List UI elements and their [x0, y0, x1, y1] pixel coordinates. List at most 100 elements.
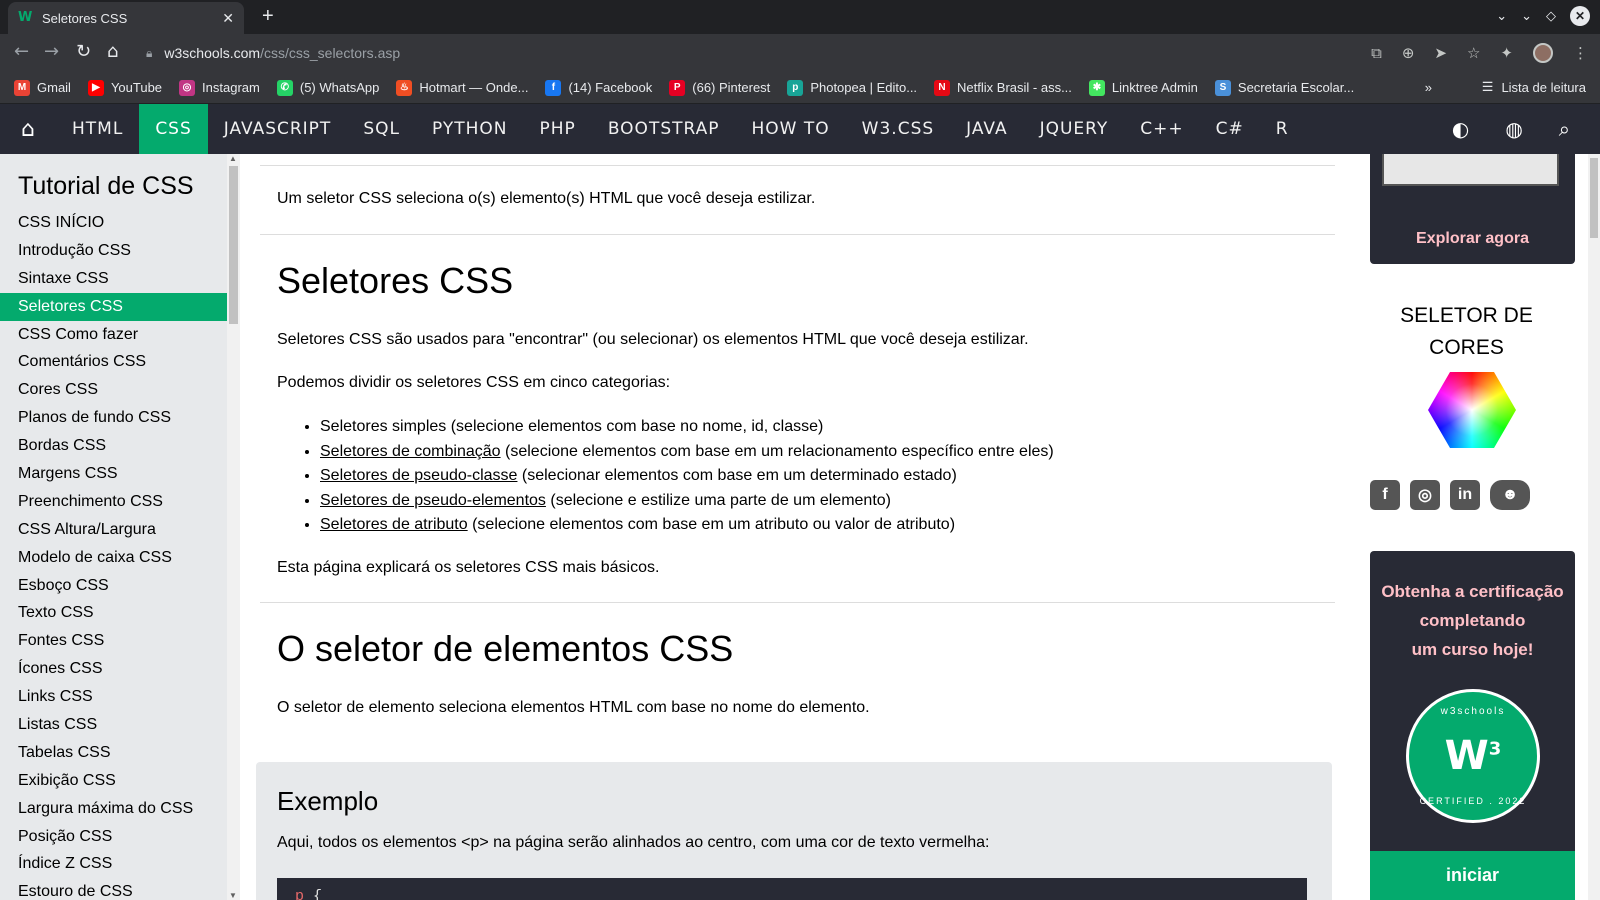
scroll-down-icon[interactable]: ▼: [229, 891, 237, 900]
color-wheel-icon[interactable]: [1428, 372, 1516, 448]
sidebar-link[interactable]: Preenchimento CSS: [0, 488, 227, 516]
sidebar-link[interactable]: Modelo de caixa CSS: [0, 544, 227, 572]
sidebar-scrollbar[interactable]: ▲ ▼: [227, 154, 240, 900]
topnav-item[interactable]: PYTHON: [416, 104, 524, 154]
discord-icon[interactable]: ☻: [1490, 480, 1530, 510]
bookmarks-more-icon[interactable]: »: [1425, 80, 1432, 95]
sidebar-link[interactable]: Exibição CSS: [0, 767, 227, 795]
sidebar-link[interactable]: Margens CSS: [0, 460, 227, 488]
topnav-item[interactable]: C#: [1200, 104, 1260, 154]
sidebar-link[interactable]: Listas CSS: [0, 711, 227, 739]
sidebar-link[interactable]: Estouro de CSS: [0, 878, 227, 900]
sidebar-link[interactable]: Ícones CSS: [0, 655, 227, 683]
zoom-icon[interactable]: ⊕: [1402, 44, 1415, 62]
category-link[interactable]: Seletores de combinação: [320, 443, 501, 460]
topnav-item[interactable]: CSS: [139, 104, 208, 154]
profile-avatar[interactable]: [1533, 43, 1553, 63]
forward-icon[interactable]: →: [44, 41, 59, 62]
sidebar-link[interactable]: CSS Como fazer: [0, 321, 227, 349]
topnav-item[interactable]: HOW TO: [736, 104, 846, 154]
close-window-icon[interactable]: ✕: [1570, 6, 1590, 26]
bookmark-item[interactable]: M Gmail: [14, 79, 71, 96]
translate-icon[interactable]: ⧉: [1371, 44, 1382, 62]
sidebar-link[interactable]: Fontes CSS: [0, 627, 227, 655]
bookmark-item[interactable]: p Photopea | Edito...: [787, 79, 917, 96]
bookmark-item[interactable]: S Secretaria Escolar...: [1214, 79, 1354, 96]
theme-toggle-icon[interactable]: ◐: [1452, 117, 1469, 141]
tab-title: Seletores CSS: [42, 10, 128, 26]
certification-text: Obtenha a certificação completando um cu…: [1370, 577, 1575, 664]
topnav-item[interactable]: BOOTSTRAP: [592, 104, 736, 154]
start-course-button[interactable]: iniciar: [1370, 851, 1575, 900]
category-link[interactable]: Seletores de pseudo-classe: [320, 467, 517, 484]
topnav-item[interactable]: R: [1260, 104, 1305, 154]
cert-line-3: um curso hoje!: [1411, 640, 1534, 659]
bookmark-star-icon[interactable]: ☆: [1467, 44, 1480, 62]
sidebar-link[interactable]: Sintaxe CSS: [0, 265, 227, 293]
linkedin-icon[interactable]: in: [1450, 480, 1480, 510]
explore-link[interactable]: Explorar agora: [1370, 230, 1575, 248]
topnav-item[interactable]: C++: [1124, 104, 1199, 154]
topnav-item[interactable]: PHP: [524, 104, 592, 154]
topnav-item[interactable]: JAVASCRIPT: [208, 104, 348, 154]
back-icon[interactable]: ←: [14, 41, 29, 62]
bookmark-item[interactable]: ✱ Linktree Admin: [1088, 79, 1198, 96]
reload-icon[interactable]: ↻: [76, 41, 91, 62]
sidebar-link[interactable]: CSS INÍCIO: [0, 209, 227, 237]
facebook-icon[interactable]: f: [1370, 480, 1400, 510]
topnav-item[interactable]: W3.CSS: [846, 104, 950, 154]
topnav-item[interactable]: JQUERY: [1024, 104, 1125, 154]
bookmark-item[interactable]: ♨ Hotmart — Onde...: [396, 79, 528, 96]
sidebar-link[interactable]: Posição CSS: [0, 823, 227, 851]
bookmark-item[interactable]: ◎ Instagram: [179, 79, 260, 96]
page-scrollbar[interactable]: [1588, 154, 1600, 900]
sidebar-link[interactable]: Seletores CSS: [0, 292, 227, 321]
bookmark-item[interactable]: N Netflix Brasil - ass...: [934, 79, 1072, 96]
minimize-icon[interactable]: ⌄: [1521, 8, 1532, 24]
send-icon[interactable]: ➤: [1434, 44, 1447, 62]
window-controls: ⌄ ⌄ ◇ ✕: [1496, 6, 1590, 26]
bookmark-item[interactable]: P (66) Pinterest: [669, 79, 770, 96]
sidebar-link[interactable]: Esboço CSS: [0, 572, 227, 600]
bookmark-item[interactable]: f (14) Facebook: [545, 79, 652, 96]
globe-icon[interactable]: ◍: [1505, 117, 1522, 141]
sidebar-link[interactable]: Planos de fundo CSS: [0, 404, 227, 432]
sidebar-link[interactable]: Tabelas CSS: [0, 739, 227, 767]
sidebar-link[interactable]: Largura máxima do CSS: [0, 795, 227, 823]
color-picker-title[interactable]: SELETOR DE CORES: [1345, 300, 1588, 364]
sidebar-link[interactable]: Cores CSS: [0, 376, 227, 404]
address-bar[interactable]: 🔒︎ w3schools.com/css/css_selectors.asp: [146, 38, 1346, 68]
list-item: Seletores de atributo (selecione element…: [320, 513, 1054, 538]
pinterest-icon: P: [669, 79, 686, 96]
reading-list-button[interactable]: ☰ Lista de leitura: [1482, 79, 1586, 95]
bookmark-item[interactable]: ✆ (5) WhatsApp: [276, 79, 379, 96]
sidebar-scroll-thumb[interactable]: [229, 166, 238, 324]
example-box: Exemplo Aqui, todos os elementos <p> na …: [256, 762, 1332, 900]
sidebar-link[interactable]: Bordas CSS: [0, 432, 227, 460]
sidebar-link[interactable]: Introdução CSS: [0, 237, 227, 265]
topnav-item[interactable]: HTML: [56, 104, 139, 154]
extensions-icon[interactable]: ✦: [1500, 44, 1513, 62]
category-link[interactable]: Seletores de pseudo-elementos: [320, 492, 546, 509]
home-icon[interactable]: ⌂: [107, 41, 118, 62]
category-link[interactable]: Seletores de atributo: [320, 516, 468, 533]
home-icon[interactable]: ⌂: [0, 104, 56, 154]
maximize-icon[interactable]: ◇: [1546, 8, 1556, 24]
tab-search-icon[interactable]: ⌄: [1496, 8, 1507, 24]
menu-icon[interactable]: ⋮: [1573, 44, 1588, 62]
scroll-up-icon[interactable]: ▲: [229, 154, 237, 163]
new-tab-icon[interactable]: +: [262, 5, 274, 28]
instagram-icon[interactable]: ◎: [1410, 480, 1440, 510]
browser-tab[interactable]: W Seletores CSS ✕: [8, 2, 244, 34]
sidebar-link[interactable]: Texto CSS: [0, 599, 227, 627]
topnav-item[interactable]: JAVA: [950, 104, 1023, 154]
bookmark-item[interactable]: ▶ YouTube: [87, 79, 162, 96]
search-icon[interactable]: ⌕: [1559, 117, 1570, 141]
close-tab-icon[interactable]: ✕: [222, 10, 234, 27]
sidebar-link[interactable]: Comentários CSS: [0, 348, 227, 376]
sidebar-link[interactable]: CSS Altura/Largura: [0, 516, 227, 544]
sidebar-link[interactable]: Índice Z CSS: [0, 850, 227, 878]
sidebar-link[interactable]: Links CSS: [0, 683, 227, 711]
topnav-item[interactable]: SQL: [347, 104, 416, 154]
page-scroll-thumb[interactable]: [1590, 158, 1598, 238]
